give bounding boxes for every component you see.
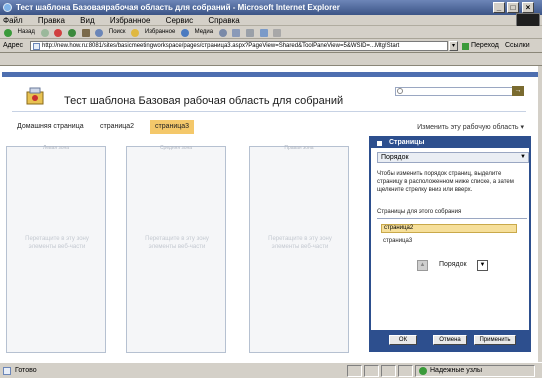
menu-favorites[interactable]: Избранное [110,15,151,26]
security-zone-cell: Надежные узлы [415,365,535,377]
pane-mode-value: Порядок [381,154,409,161]
page-list-item[interactable]: страница2 [381,224,517,233]
cancel-button[interactable]: Отмена [433,335,467,345]
tab-page2[interactable]: страница2 [95,120,139,134]
page-content: Тест шаблона Базовая рабочая область для… [2,66,538,362]
security-zone-label: Надежные узлы [430,367,483,374]
zone-placeholder: Перетащите в эту зону элементы веб-части [145,236,209,250]
chevron-down-icon: ▼ [520,154,526,160]
links-bar [0,53,542,66]
pane-title: Страницы [389,139,425,146]
maximize-icon[interactable]: □ [507,2,519,13]
move-up-button[interactable]: ▲ [417,260,428,271]
tab-home[interactable]: Домашняя страница [12,120,89,134]
header-divider [12,111,526,112]
page-title: Тест шаблона Базовая рабочая область для… [64,95,344,107]
order-controls: ▲ Порядок ▼ [401,260,501,272]
zone-header: Средняя зона [159,145,193,151]
toolbar: Назад Поиск Избранное Медиа [0,26,542,39]
arrow-up-icon: ▲ [419,262,426,268]
zone-placeholder: Перетащите в эту зону элементы веб-части [25,236,89,250]
status-bar: Готово Надежные узлы [0,362,542,378]
address-bar: Адрес http://new.how.ru:8081/sites/basic… [0,39,542,53]
forward-icon[interactable] [40,28,49,37]
search-icon[interactable] [95,28,104,37]
links-button[interactable]: Ссылки [505,40,530,52]
back-icon[interactable] [4,28,12,37]
page-scrollbar[interactable] [538,66,542,362]
page-list-item[interactable]: страница3 [383,238,412,244]
search-go-button[interactable]: → [512,86,524,96]
pane-header-icon [377,141,382,146]
print-icon[interactable] [246,28,255,37]
mail-icon[interactable] [232,28,241,37]
trusted-zone-icon [419,367,427,375]
page-icon [33,43,40,50]
search-button[interactable]: Поиск [109,26,126,39]
history-icon[interactable] [218,28,227,37]
go-icon[interactable] [462,43,469,50]
minimize-icon[interactable]: _ [493,2,505,13]
favorites-button[interactable]: Избранное [145,26,175,39]
pages-list-label: Страницы для этого собрания [377,209,462,215]
pages-list-divider [377,218,527,219]
web-part-zones: Левая зона Перетащите в эту зону элемент… [6,145,366,358]
menu-view[interactable]: Вид [80,15,94,26]
pane-description: Чтобы изменить порядок страниц, выделите… [377,171,514,193]
tab-page3[interactable]: страница3 [150,120,195,134]
close-icon[interactable]: × [522,2,534,13]
status-cell [347,365,362,377]
favorites-icon[interactable] [131,28,140,37]
window-titlebar: Тест шаблона Базоваярабочая область для … [0,0,542,15]
zone-left[interactable]: Левая зона Перетащите в эту зону элемент… [6,145,106,353]
status-cell [398,365,413,377]
search-icon [397,88,403,94]
media-icon[interactable] [180,28,189,37]
arrow-down-icon: ▼ [479,262,486,268]
back-button[interactable]: Назад [18,26,35,39]
refresh-icon[interactable] [67,28,76,37]
pages-tool-pane: Страницы Порядок ▼ Чтобы изменить порядо… [369,136,531,352]
menu-tools[interactable]: Сервис [166,15,193,26]
workspace-logo-icon [26,87,44,105]
edit-workspace-link[interactable]: Изменить эту рабочую область ▾ [417,123,524,131]
address-input[interactable]: http://new.how.ru:8081/sites/basicmeetin… [30,41,448,51]
pane-mode-select[interactable]: Порядок ▼ [377,152,529,163]
page-done-icon [3,367,11,375]
zone-middle[interactable]: Средняя зона Перетащите в эту зону элеме… [126,145,226,353]
order-label: Порядок [439,261,467,268]
ok-button[interactable]: ОК [389,335,417,345]
zone-placeholder: Перетащите в эту зону элементы веб-части [268,236,332,250]
ie-icon [3,3,12,12]
menu-help[interactable]: Справка [208,15,239,26]
status-cell [364,365,379,377]
stop-icon[interactable] [54,28,63,37]
menu-edit[interactable]: Правка [38,15,65,26]
edit-icon[interactable] [259,28,268,37]
pane-header: Страницы [371,138,529,148]
status-cell [381,365,396,377]
address-url: http://new.how.ru:8081/sites/basicmeetin… [42,43,400,49]
top-nav-strip [2,72,538,77]
apply-button[interactable]: Применить [474,335,516,345]
zone-header: Правая зона [284,145,314,151]
dropdown-arrow-icon[interactable]: ▾ [449,41,458,51]
move-down-button[interactable]: ▼ [477,260,488,271]
media-button[interactable]: Медиа [195,26,213,39]
zone-header: Левая зона [42,145,70,151]
menu-file[interactable]: Файл [3,15,23,26]
site-search-input[interactable] [395,87,523,96]
address-label: Адрес [3,42,24,49]
status-text: Готово [15,367,37,374]
zone-right[interactable]: Правая зона Перетащите в эту зону элемен… [249,145,349,353]
go-button[interactable]: Переход [471,40,499,52]
menu-bar: Файл Правка Вид Избранное Сервис Справка [0,15,542,26]
home-icon[interactable] [81,28,90,37]
discuss-icon[interactable] [273,28,282,37]
window-title: Тест шаблона Базоваярабочая область для … [16,3,340,12]
pane-button-bar: ОК Отмена Применить [371,330,529,350]
